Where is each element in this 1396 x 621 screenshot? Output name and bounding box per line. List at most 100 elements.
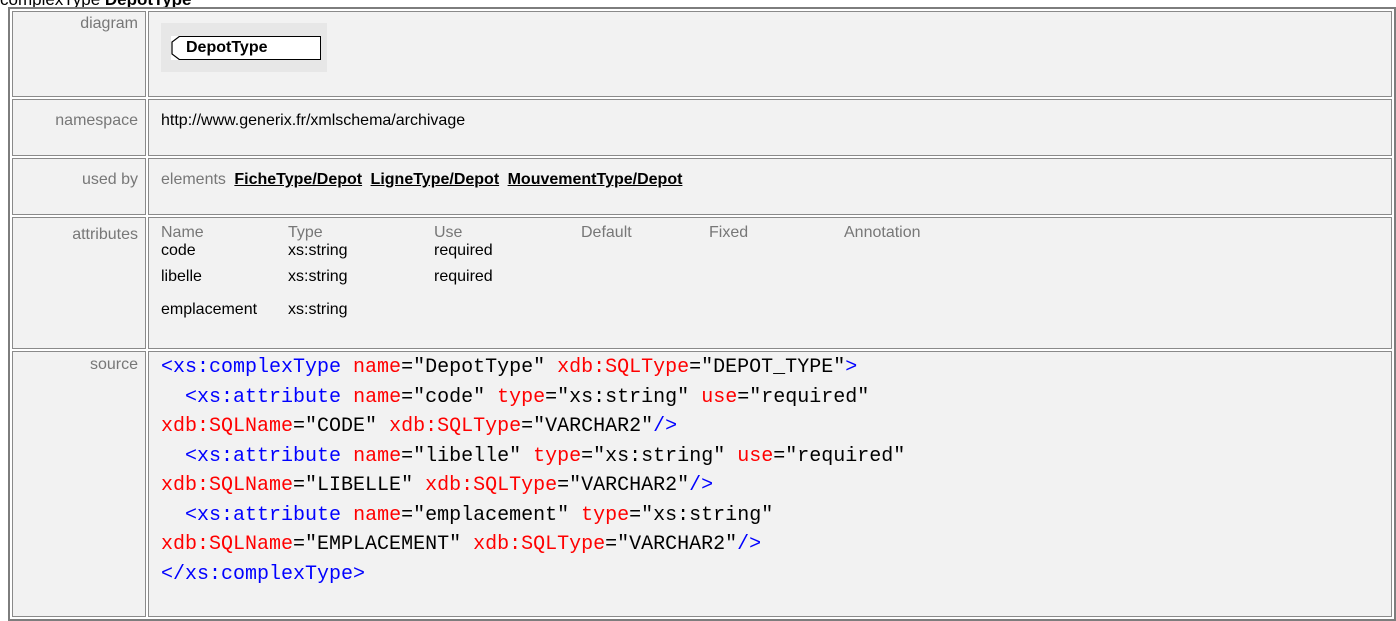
- source-token: "DEPOT_TYPE": [701, 356, 846, 379]
- source-token: =: [581, 444, 594, 468]
- source-token: name: [353, 385, 402, 409]
- source-token: =: [401, 356, 414, 379]
- table-row: code xs:string required: [161, 242, 1044, 260]
- source-token: <xs:attribute: [185, 503, 342, 527]
- attr-type: xs:string: [288, 242, 348, 259]
- attr-use: [434, 293, 581, 326]
- source-token: name: [353, 503, 402, 527]
- source-token: "libelle": [413, 444, 522, 468]
- attr-header-fixed: Fixed: [709, 224, 749, 241]
- source-cell: <xs:complexType name="DepotType" xdb:SQL…: [148, 351, 1392, 617]
- source-token: =: [605, 533, 618, 556]
- attr-header-name: Name: [161, 224, 204, 241]
- source-token: =: [557, 474, 570, 497]
- label-source: source: [12, 351, 146, 617]
- source-line: <xs:attribute name="emplacement" type="x…: [161, 504, 773, 527]
- source-token: "EMPLACEMENT": [305, 533, 462, 556]
- namespace-value: http://www.generix.fr/xmlschema/archivag…: [148, 99, 1392, 156]
- label-used-by: used by: [12, 158, 146, 215]
- label-diagram: diagram: [12, 11, 146, 97]
- source-token: [161, 504, 185, 527]
- source-token: "LIBELLE": [305, 474, 414, 497]
- diagram-type-node[interactable]: DepotType: [171, 36, 321, 60]
- source-token: name: [353, 356, 402, 379]
- source-token: [377, 415, 389, 438]
- row-diagram: diagram DepotType: [12, 11, 1392, 97]
- source-token: "VARCHAR2": [617, 533, 738, 556]
- row-namespace: namespace http://www.generix.fr/xmlschem…: [12, 99, 1392, 156]
- source-token: use: [737, 444, 774, 468]
- attributes-cell: Name Type Use Default Fixed Annotation c…: [148, 217, 1392, 349]
- source-token: "required": [785, 444, 906, 468]
- attr-type: xs:string: [288, 300, 348, 318]
- source-token: =: [401, 444, 414, 468]
- attr-header-type: Type: [288, 224, 323, 241]
- attr-name: libelle: [161, 267, 202, 285]
- source-line: <xs:complexType name="DepotType" xdb:SQL…: [161, 356, 857, 379]
- source-line: </xs:complexType>: [161, 563, 365, 586]
- source-token: />: [689, 474, 714, 497]
- diagram: DepotType: [161, 23, 327, 72]
- label-attributes: attributes: [12, 217, 146, 349]
- source-token: [341, 445, 353, 468]
- attr-use: required: [434, 267, 493, 285]
- label-namespace: namespace: [12, 99, 146, 156]
- source-token: "code": [413, 385, 486, 409]
- source-token: =: [401, 503, 414, 527]
- source-token: xdb:SQLName: [161, 415, 294, 438]
- source-token: xdb:SQLType: [473, 533, 606, 556]
- source-token: xdb:SQLType: [389, 415, 522, 438]
- source-token: </xs:complexType>: [161, 562, 366, 586]
- used-by-link-mouvementtype[interactable]: MouvementType/Depot: [508, 171, 683, 188]
- source-token: [689, 386, 701, 409]
- source-token: [413, 474, 425, 497]
- source-token: type: [581, 503, 630, 527]
- attr-header-annotation: Annotation: [844, 224, 921, 241]
- source-token: xdb:SQLType: [425, 474, 558, 497]
- source-token: "CODE": [305, 415, 378, 438]
- source-line: xdb:SQLName="CODE" xdb:SQLType="VARCHAR2…: [161, 415, 677, 438]
- source-line: <xs:attribute name="code" type="xs:strin…: [161, 386, 869, 409]
- source-token: [341, 356, 353, 379]
- diagram-cell: DepotType: [148, 11, 1392, 97]
- source-token: [521, 445, 533, 468]
- source-token: xdb:SQLName: [161, 474, 294, 497]
- row-attributes: attributes Name Type Use Default Fixed A…: [12, 217, 1392, 349]
- source-token: type: [533, 444, 582, 468]
- source-token: <xs:attribute: [185, 385, 342, 409]
- source-token: [461, 533, 473, 556]
- source-token: use: [701, 385, 738, 409]
- source-line: xdb:SQLName="EMPLACEMENT" xdb:SQLType="V…: [161, 533, 761, 556]
- source-token: xdb:SQLName: [161, 533, 294, 556]
- attributes-table: Name Type Use Default Fixed Annotation c…: [161, 224, 1044, 326]
- source-token: =: [401, 385, 414, 409]
- diagram-node-label: DepotType: [186, 39, 268, 56]
- source-token: =: [737, 385, 750, 409]
- source-token: "VARCHAR2": [533, 415, 654, 438]
- source-token: =: [773, 444, 786, 468]
- source-token: =: [293, 533, 306, 556]
- source-token: [569, 504, 581, 527]
- source-token: =: [629, 503, 642, 527]
- source-token: <xs:complexType: [161, 356, 342, 379]
- source-token: [341, 504, 353, 527]
- source-token: "xs:string": [641, 503, 774, 527]
- source-token: "xs:string": [593, 444, 726, 468]
- source-token: name: [353, 444, 402, 468]
- source-token: xdb:SQLType: [557, 356, 690, 379]
- source-token: type: [497, 385, 546, 409]
- source-line: <xs:attribute name="libelle" type="xs:st…: [161, 445, 905, 468]
- source-token: "VARCHAR2": [569, 474, 690, 497]
- table-row: emplacement xs:string: [161, 293, 1044, 326]
- used-by-link-lignetype[interactable]: LigneType/Depot: [371, 171, 500, 188]
- source-token: />: [653, 415, 678, 438]
- source-token: [341, 386, 353, 409]
- source-token: <xs:attribute: [185, 444, 342, 468]
- attr-type: xs:string: [288, 267, 348, 285]
- source-token: />: [737, 533, 762, 556]
- used-by-link-fichetype[interactable]: FicheType/Depot: [234, 171, 362, 188]
- source-token: [545, 356, 557, 379]
- source-token: "required": [749, 385, 870, 409]
- attr-header-default: Default: [581, 224, 632, 241]
- used-by-prefix: elements: [161, 171, 226, 188]
